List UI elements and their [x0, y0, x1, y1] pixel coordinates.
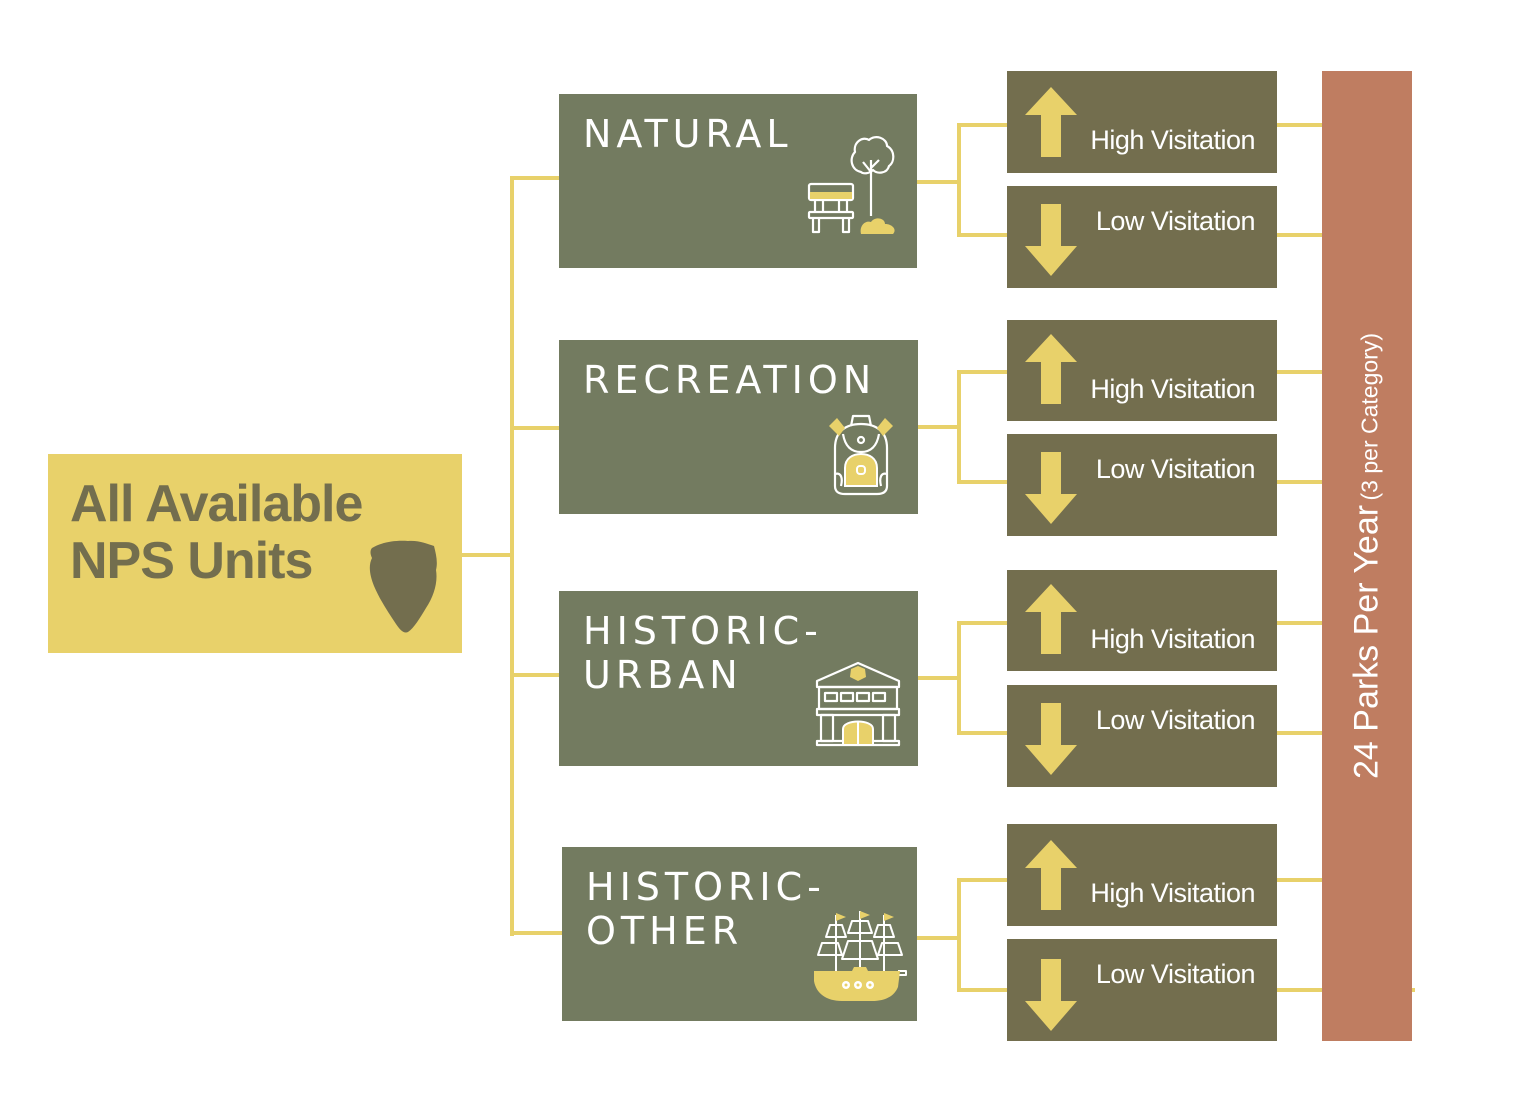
nps-arrowhead-icon: [369, 540, 437, 633]
connector-historic-urban-out: [918, 676, 961, 680]
summary-text: 24 Parks Per Year (3 per Category): [1348, 333, 1387, 779]
category-recreation: RECREATION: [559, 340, 918, 514]
category-historic-urban: HISTORIC- URBAN: [559, 591, 918, 766]
connector-natural-high: [957, 123, 1007, 127]
category-title: NATURAL: [583, 112, 793, 156]
backpack-icon: [829, 414, 893, 496]
arrow-up-icon: [1025, 334, 1077, 404]
connector-natural-low: [957, 233, 1007, 237]
category-title: HISTORIC- URBAN: [583, 609, 823, 697]
arrow-up-icon: [1025, 840, 1077, 910]
connector-historic-other-out: [917, 936, 961, 940]
connector-natural: [510, 176, 560, 180]
visitation-label: High Visitation: [1090, 374, 1255, 404]
connector-historic-urban-low: [957, 731, 1007, 735]
recreation-low-visitation: Low Visitation: [1007, 434, 1277, 536]
root-title-line2: NPS Units: [70, 532, 313, 590]
recreation-high-visitation: High Visitation: [1007, 320, 1277, 421]
natural-low-visitation: Low Visitation: [1007, 186, 1277, 288]
connector-historic-other-split: [957, 878, 961, 992]
historic-other-low-visitation: Low Visitation: [1007, 939, 1277, 1041]
historic-other-high-visitation: High Visitation: [1007, 824, 1277, 926]
arrow-up-icon: [1025, 87, 1077, 157]
visitation-label: Low Visitation: [1095, 959, 1256, 989]
category-historic-other: HISTORIC- OTHER: [562, 847, 917, 1021]
category-natural: NATURAL: [559, 94, 917, 268]
connector-summary-6: [1277, 731, 1323, 735]
visitation-label: High Visitation: [1090, 624, 1255, 654]
arrow-down-icon: [1025, 204, 1077, 276]
historic-urban-low-visitation: Low Visitation: [1007, 685, 1277, 787]
connector-natural-out: [917, 180, 961, 184]
historic-building-icon: [815, 661, 901, 747]
connector-historic-other: [510, 931, 563, 935]
root-title: All Available NPS Units: [70, 475, 363, 590]
summary-sub: (3 per Category): [1356, 333, 1383, 501]
category-title: RECREATION: [583, 358, 877, 402]
visitation-label: Low Visitation: [1095, 705, 1256, 735]
summary-bar: 24 Parks Per Year (3 per Category): [1322, 71, 1412, 1041]
historic-urban-high-visitation: High Visitation: [1007, 570, 1277, 671]
connector-historic-urban: [510, 673, 560, 677]
visitation-label: High Visitation: [1090, 125, 1255, 155]
natural-high-visitation: High Visitation: [1007, 71, 1277, 173]
root-node: All Available NPS Units: [48, 454, 462, 653]
connector-summary-4: [1277, 480, 1323, 484]
connector-natural-split: [957, 123, 961, 237]
connector-summary-7: [1277, 878, 1323, 882]
arrow-down-icon: [1025, 452, 1077, 524]
park-bench-tree-icon: [807, 136, 895, 234]
connector-summary-3: [1277, 370, 1323, 374]
root-title-line1: All Available: [70, 475, 363, 533]
category-title: HISTORIC- OTHER: [586, 865, 826, 953]
connector-summary-1: [1277, 123, 1323, 127]
connector-recreation-split: [957, 370, 961, 484]
connector-recreation-high: [957, 370, 1007, 374]
connector-summary-5: [1277, 621, 1323, 625]
connector-root: [462, 553, 514, 557]
arrow-down-icon: [1025, 703, 1077, 775]
connector-trunk: [510, 176, 514, 936]
connector-historic-other-low: [957, 988, 1007, 992]
arrow-up-icon: [1025, 584, 1077, 654]
connector-summary-2: [1277, 233, 1323, 237]
connector-recreation-low: [957, 480, 1007, 484]
arrow-down-icon: [1025, 959, 1077, 1031]
sailing-ship-icon: [814, 911, 907, 1001]
visitation-label: Low Visitation: [1095, 454, 1256, 484]
connector-recreation: [510, 426, 560, 430]
summary-main: 24 Parks Per Year: [1347, 504, 1386, 779]
visitation-label: Low Visitation: [1095, 206, 1256, 236]
connector-summary-8: [1277, 988, 1323, 992]
visitation-label: High Visitation: [1090, 878, 1255, 908]
connector-historic-other-high: [957, 878, 1007, 882]
connector-historic-urban-high: [957, 621, 1007, 625]
connector-recreation-out: [918, 425, 961, 429]
connector-historic-urban-split: [957, 621, 961, 735]
